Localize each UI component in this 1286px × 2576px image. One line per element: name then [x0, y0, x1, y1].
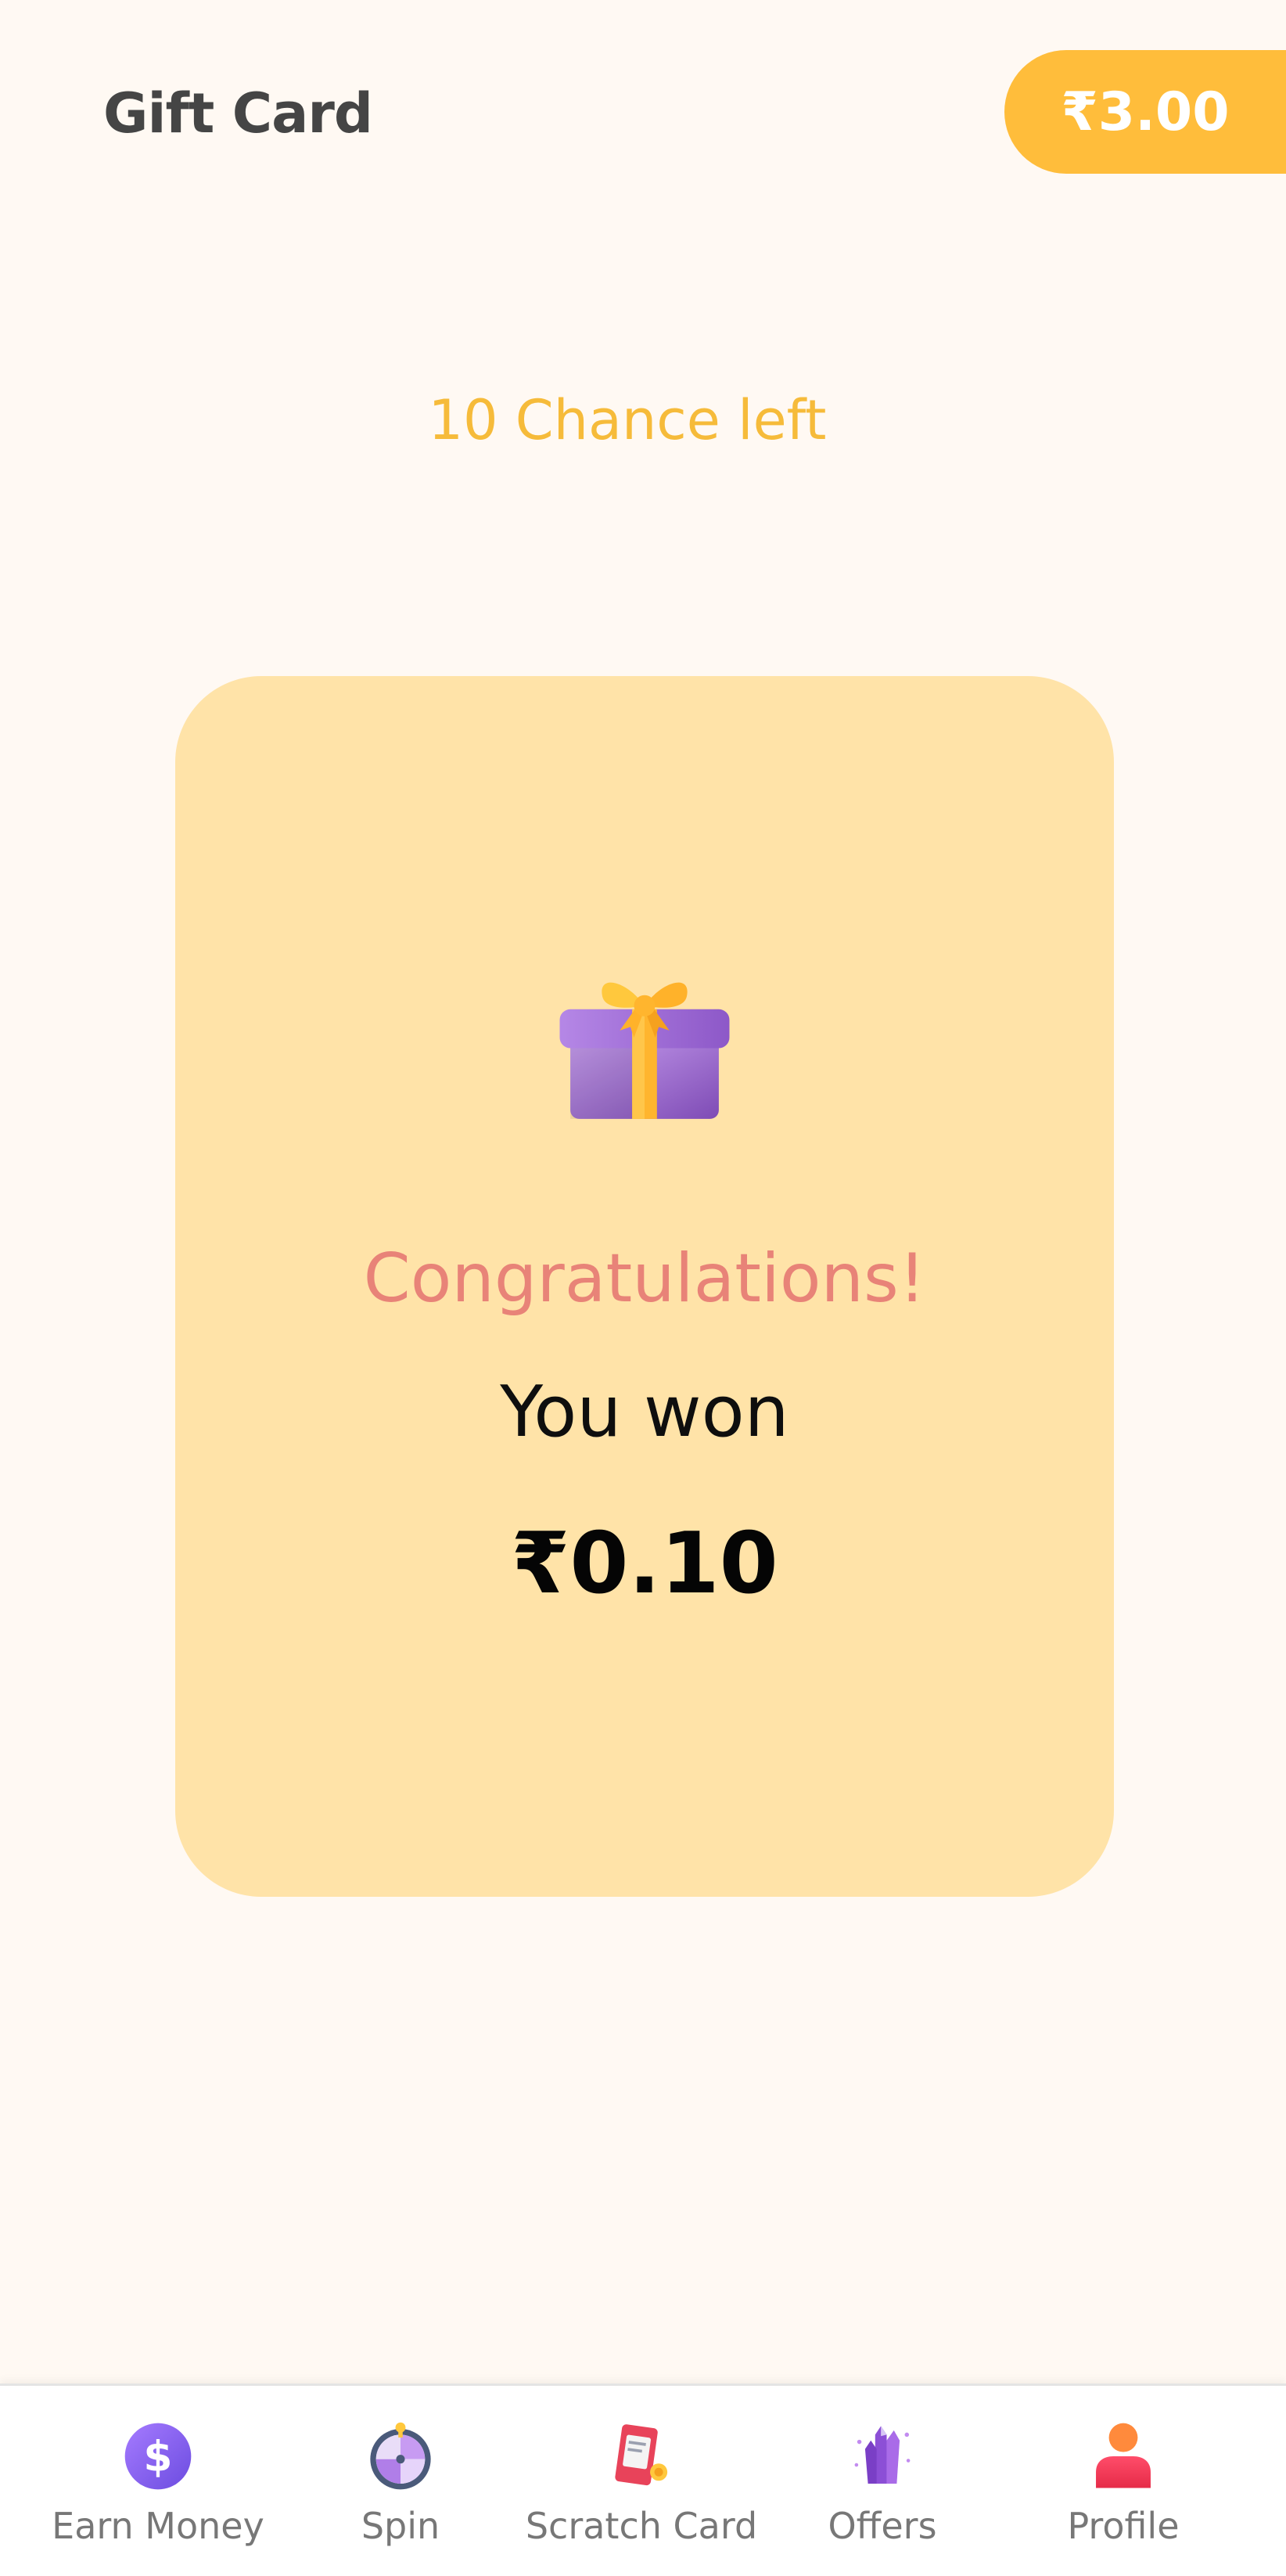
wallet-balance-badge[interactable]: ₹3.00 [1004, 50, 1286, 174]
gift-card-screen: Gift Card ₹3.00 10 Chance left Congratul… [0, 0, 1286, 2576]
nav-label-earn-money: Earn Money [52, 2505, 264, 2547]
user-icon [1086, 2419, 1161, 2494]
nav-item-offers[interactable]: Offers [804, 2386, 961, 2576]
gift-result-card[interactable]: Congratulations! You won ₹0.10 [175, 676, 1114, 1897]
nav-label-spin: Spin [361, 2505, 440, 2547]
nav-label-offers: Offers [828, 2505, 937, 2547]
congratulations-heading: Congratulations! [363, 1239, 926, 1318]
crystal-icon [845, 2419, 920, 2494]
gift-box-icon [559, 982, 730, 1119]
won-amount: ₹0.10 [511, 1515, 778, 1613]
nav-item-scratch-card[interactable]: Scratch Card [516, 2386, 767, 2576]
nav-label-profile: Profile [1067, 2505, 1180, 2547]
dollar-coin-icon: $ [120, 2419, 196, 2494]
you-won-label: You won [500, 1371, 789, 1453]
wallet-balance: ₹3.00 [1061, 81, 1230, 143]
page-title: Gift Card [103, 81, 373, 146]
nav-item-spin[interactable]: Spin [322, 2386, 479, 2576]
nav-item-profile[interactable]: Profile [1045, 2386, 1202, 2576]
spin-wheel-icon [363, 2419, 438, 2494]
nav-item-earn-money[interactable]: $ Earn Money [41, 2386, 275, 2576]
svg-text:$: $ [143, 2431, 172, 2481]
scratch-card-icon [604, 2419, 679, 2494]
bottom-navigation: $ Earn Money Spin Scratch Card Offers Pr… [0, 2384, 1286, 2576]
chances-left-label: 10 Chance left [428, 388, 827, 452]
nav-label-scratch-card: Scratch Card [525, 2505, 758, 2547]
